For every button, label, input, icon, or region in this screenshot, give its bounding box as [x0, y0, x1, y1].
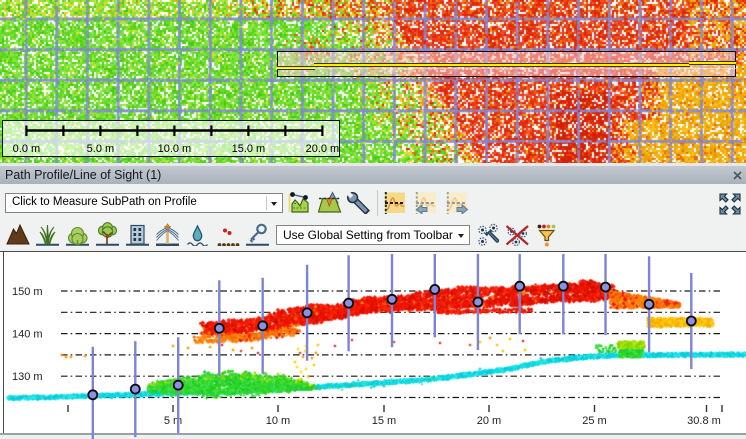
svg-text:15.0 m: 15.0 m: [232, 143, 266, 155]
svg-text:20.0 m: 20.0 m: [306, 143, 339, 155]
svg-text:5.0 m: 5.0 m: [87, 143, 115, 155]
svg-text:0.0 m: 0.0 m: [13, 143, 41, 155]
svg-text:10.0 m: 10.0 m: [158, 143, 192, 155]
